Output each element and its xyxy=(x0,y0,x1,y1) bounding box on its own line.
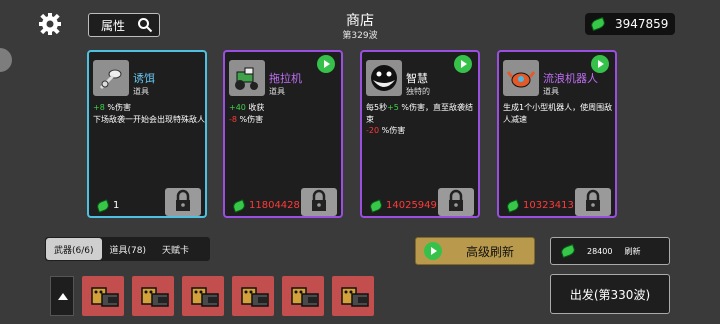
item-name: 拖拉机 xyxy=(269,72,302,85)
play-icon[interactable] xyxy=(454,55,472,73)
leaf-currency-icon xyxy=(231,198,247,213)
item-type: 独特的 xyxy=(406,87,430,96)
side-panel-handle[interactable] xyxy=(0,48,12,72)
item-price: 10323413 xyxy=(505,198,574,213)
weapon-slot[interactable] xyxy=(182,276,224,316)
weapon-slot[interactable] xyxy=(132,276,174,316)
leaf-currency-icon xyxy=(368,198,384,213)
tab-talent-cards[interactable]: 天赋卡 xyxy=(154,238,197,260)
item-price: 11804428 xyxy=(231,198,300,213)
item-price-value: 10323413 xyxy=(523,200,574,211)
refresh-cost-value: 28400 xyxy=(587,246,613,256)
attribute-search-button[interactable]: 属性 xyxy=(88,13,160,37)
refresh-button[interactable]: 28400 刷新 xyxy=(550,237,670,265)
wave-subtitle: 第329波 xyxy=(342,31,378,41)
gatling-gun-icon xyxy=(191,287,219,307)
gatling-gun-icon xyxy=(241,287,269,307)
weapon-slot[interactable] xyxy=(232,276,274,316)
item-description: +40 收获 -8 %伤害 xyxy=(229,103,265,124)
shop-item-card[interactable]: 诱饵 道具 +8 %伤害 下场敌袭一开始会出现特殊敌人 1 xyxy=(87,50,207,218)
shop-item-card[interactable]: 流浪机器人 道具 生成1个小型机器人，使周围敌人减速 10323413 xyxy=(497,50,617,218)
item-description: 每5秒+5 %伤害，直至敌袭结束 -20 %伤害 xyxy=(366,103,474,135)
gatling-gun-icon xyxy=(341,287,369,307)
gatling-gun-icon xyxy=(291,287,319,307)
item-type: 道具 xyxy=(543,87,559,96)
advanced-refresh-button[interactable]: 高级刷新 xyxy=(415,237,535,265)
item-description: 生成1个小型机器人，使周围敌人减速 xyxy=(503,103,613,124)
leaf-currency-icon xyxy=(95,198,111,213)
shop-item-card[interactable]: 拖拉机 道具 +40 收获 -8 %伤害 11804428 xyxy=(223,50,343,218)
item-type: 道具 xyxy=(269,87,285,96)
item-name: 流浪机器人 xyxy=(543,72,598,85)
expand-inventory-button[interactable] xyxy=(50,276,74,316)
gatling-gun-icon xyxy=(91,287,119,307)
roaming-robot-item-icon xyxy=(503,60,539,96)
lock-button[interactable] xyxy=(575,188,611,216)
attribute-search-label: 属性 xyxy=(101,18,126,33)
shop-title: 商店 xyxy=(346,13,374,29)
play-icon xyxy=(424,242,442,260)
search-icon xyxy=(137,17,153,33)
wisdom-item-icon xyxy=(366,60,402,96)
lock-icon xyxy=(176,189,190,211)
item-price: 1 xyxy=(95,198,120,213)
decoy-item-icon xyxy=(93,60,129,96)
item-name: 诱饵 xyxy=(133,72,155,85)
weapon-slot[interactable] xyxy=(82,276,124,316)
tractor-item-icon xyxy=(229,60,265,96)
lock-button[interactable] xyxy=(301,188,337,216)
lock-button[interactable] xyxy=(438,188,474,216)
shop-item-card[interactable]: 智慧 独特的 每5秒+5 %伤害，直至敌袭结束 -20 %伤害 14025949 xyxy=(360,50,480,218)
item-price-value: 11804428 xyxy=(249,200,300,211)
play-icon[interactable] xyxy=(317,55,335,73)
advanced-refresh-label: 高级刷新 xyxy=(466,244,515,259)
currency-display: 3947859 xyxy=(585,13,675,35)
weapon-slot[interactable] xyxy=(332,276,374,316)
item-price-value: 14025949 xyxy=(386,200,437,211)
inventory-tabs: 武器(6/6) 道具(78) 天赋卡 xyxy=(45,237,210,261)
up-arrow-icon xyxy=(58,293,68,300)
currency-amount: 3947859 xyxy=(615,17,669,31)
lock-button[interactable] xyxy=(165,188,201,216)
lock-icon xyxy=(586,189,600,211)
item-price-value: 1 xyxy=(113,200,120,211)
leaf-currency-icon xyxy=(505,198,521,213)
item-name: 智慧 xyxy=(406,72,428,85)
weapon-slot[interactable] xyxy=(282,276,324,316)
gear-icon[interactable] xyxy=(38,12,62,36)
depart-button[interactable]: 出发(第330波) xyxy=(550,274,670,314)
item-price: 14025949 xyxy=(368,198,437,213)
item-type: 道具 xyxy=(133,87,149,96)
tab-weapons[interactable]: 武器(6/6) xyxy=(46,238,102,260)
gatling-gun-icon xyxy=(141,287,169,307)
leaf-currency-icon xyxy=(589,16,607,32)
tab-items[interactable]: 道具(78) xyxy=(102,238,154,260)
lock-icon xyxy=(312,189,326,211)
refresh-label: 刷新 xyxy=(624,246,641,256)
leaf-currency-icon xyxy=(559,243,577,259)
item-description: +8 %伤害 下场敌袭一开始会出现特殊敌人 xyxy=(93,103,205,124)
lock-icon xyxy=(449,189,463,211)
